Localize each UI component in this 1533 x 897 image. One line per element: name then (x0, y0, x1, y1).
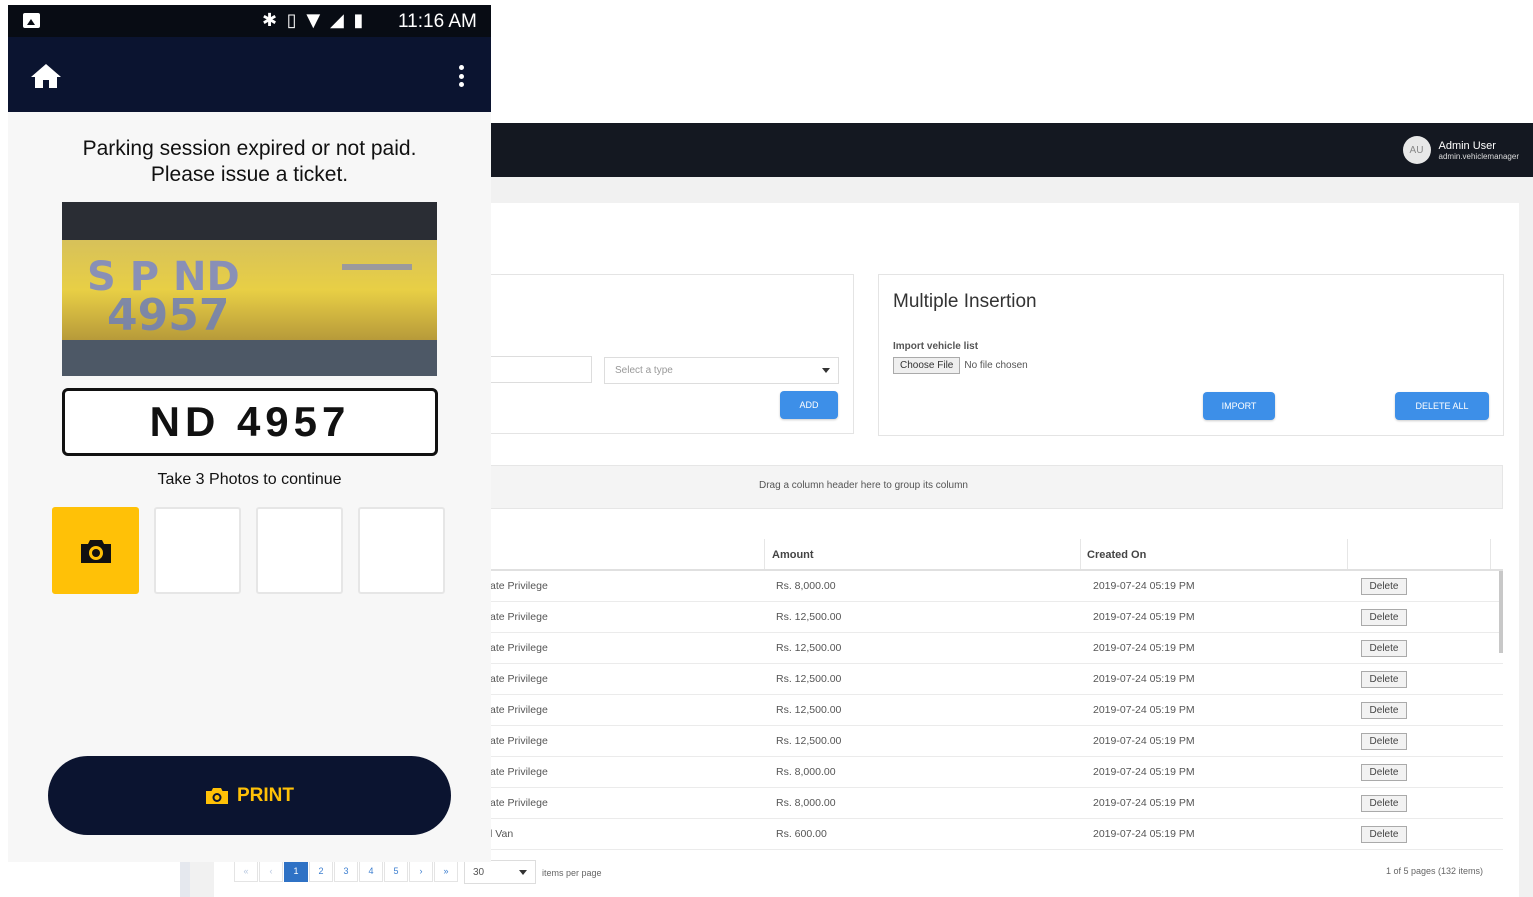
column-header-created-on[interactable]: Created On (1087, 549, 1146, 561)
user-menu[interactable]: AU Admin User admin.vehiclemanager (1402, 136, 1520, 164)
cell-amount: Rs. 12,500.00 (776, 642, 842, 654)
cell-created: 2019-07-24 05:19 PM (1093, 735, 1195, 747)
delete-button[interactable]: Delete (1361, 671, 1407, 688)
cell-created: 2019-07-24 05:19 PM (1093, 828, 1195, 840)
photo-slot[interactable] (154, 507, 241, 594)
delete-button[interactable]: Delete (1361, 764, 1407, 781)
pager-page-button[interactable]: 3 (334, 860, 358, 882)
file-status: No file chosen (964, 360, 1028, 371)
import-label: Import vehicle list (893, 341, 979, 352)
delete-button[interactable]: Delete (1361, 795, 1407, 812)
cell-type: ate Privilege (490, 642, 548, 654)
cell-amount: Rs. 12,500.00 (776, 704, 842, 716)
column-separator (764, 539, 765, 569)
cell-type: ate Privilege (490, 580, 548, 592)
type-select-placeholder: Select a type (615, 365, 673, 376)
add-button[interactable]: ADD (780, 391, 838, 419)
cell-created: 2019-07-24 05:19 PM (1093, 642, 1195, 654)
column-separator (1080, 539, 1081, 569)
more-vert-icon[interactable] (453, 63, 469, 89)
cell-amount: Rs. 12,500.00 (776, 735, 842, 747)
cell-amount: Rs. 8,000.00 (776, 766, 836, 778)
cell-created: 2019-07-24 05:19 PM (1093, 673, 1195, 685)
cell-created: 2019-07-24 05:19 PM (1093, 704, 1195, 716)
plate-number: ND 4957 (62, 388, 438, 456)
delete-button[interactable]: Delete (1361, 609, 1407, 626)
cell-amount: Rs. 12,500.00 (776, 611, 842, 623)
print-button[interactable]: PRINT (48, 756, 451, 835)
choose-file-button[interactable]: Choose File (893, 357, 961, 374)
import-button[interactable]: IMPORT (1203, 392, 1275, 420)
page-size-value: 30 (473, 867, 485, 878)
user-email: admin.vehiclemanager (1438, 151, 1520, 161)
pager-prev-button[interactable]: ‹ (259, 860, 283, 882)
mobile-app: ✱ ▯ ▼ ◢ ▮ 11:16 AM Parking session expir… (8, 5, 491, 862)
pager-page-button[interactable]: 2 (309, 860, 333, 882)
column-separator (1490, 539, 1491, 569)
caret-down-icon (519, 870, 527, 875)
status-time: 11:16 AM (398, 11, 477, 32)
home-icon[interactable] (30, 63, 62, 89)
delete-button[interactable]: Delete (1361, 640, 1407, 657)
column-header-amount[interactable]: Amount (772, 549, 814, 561)
screenshot-collage: AU Admin User admin.vehiclemanager Selec… (0, 0, 1533, 897)
app-bar (8, 37, 491, 112)
print-label: PRINT (237, 784, 294, 806)
cell-amount: Rs. 600.00 (776, 828, 827, 840)
cell-type: ate Privilege (490, 611, 548, 623)
delete-button[interactable]: Delete (1361, 826, 1407, 843)
camera-icon (80, 539, 111, 563)
multiple-insertion-card: Multiple Insertion Import vehicle list C… (878, 274, 1504, 436)
user-info: Admin User admin.vehiclemanager (1439, 140, 1520, 161)
cell-amount: Rs. 8,000.00 (776, 797, 836, 809)
photo-slot[interactable] (358, 507, 445, 594)
cell-created: 2019-07-24 05:19 PM (1093, 766, 1195, 778)
file-input[interactable]: Choose File No file chosen (893, 357, 1028, 374)
status-bar: ✱ ▯ ▼ ◢ ▮ 11:16 AM (8, 5, 491, 37)
user-name: Admin User (1438, 139, 1496, 152)
cell-type: ate Privilege (490, 704, 548, 716)
pager-first-button[interactable]: « (234, 860, 258, 882)
pager-page-button[interactable]: 5 (384, 860, 408, 882)
avatar: AU (1402, 136, 1431, 164)
pager-last-button[interactable]: » (434, 860, 458, 882)
cell-type: ate Privilege (490, 766, 548, 778)
message-line: Please issue a ticket. (150, 163, 349, 186)
card-title: Multiple Insertion (893, 291, 1037, 312)
message-line: Parking session expired or not paid. (82, 137, 417, 160)
delete-button[interactable]: Delete (1361, 702, 1407, 719)
pager: « ‹ 1 2 3 4 5 › » (234, 860, 459, 882)
column-separator (1347, 539, 1348, 569)
camera-icon (206, 787, 228, 804)
type-select[interactable]: Select a type (604, 357, 839, 384)
cell-type: ate Privilege (490, 735, 548, 747)
delete-button[interactable]: Delete (1361, 578, 1407, 595)
license-plate-photo: S P ND 4957 (62, 202, 437, 376)
cell-type: ate Privilege (490, 797, 548, 809)
cell-type: l Van (490, 828, 514, 840)
cell-amount: Rs. 12,500.00 (776, 673, 842, 685)
cell-created: 2019-07-24 05:19 PM (1093, 611, 1195, 623)
caret-down-icon (822, 368, 830, 373)
image-notification-icon (23, 13, 40, 28)
pager-page-button[interactable]: 1 (284, 860, 308, 882)
cell-created: 2019-07-24 05:19 PM (1093, 580, 1195, 592)
cell-amount: Rs. 8,000.00 (776, 580, 836, 592)
status-icons: ✱ ▯ ▼ ◢ ▮ (262, 10, 366, 31)
cell-created: 2019-07-24 05:19 PM (1093, 797, 1195, 809)
take-photo-button[interactable] (52, 507, 139, 594)
photo-slot[interactable] (256, 507, 343, 594)
pager-info: 1 of 5 pages (132 items) (1386, 866, 1484, 876)
svg-text:4957: 4957 (107, 290, 229, 341)
pager-page-button[interactable]: 4 (359, 860, 383, 882)
photo-instruction: Take 3 Photos to continue (157, 471, 342, 488)
delete-all-button[interactable]: DELETE ALL (1395, 392, 1489, 420)
ticket-message: Parking session expired or not paid. Ple… (8, 136, 491, 188)
page-size-label: items per page (542, 868, 602, 878)
pager-next-button[interactable]: › (409, 860, 433, 882)
grid-scrollbar[interactable] (1499, 571, 1503, 653)
page-size-select[interactable]: 30 (464, 860, 536, 884)
delete-button[interactable]: Delete (1361, 733, 1407, 750)
cell-type: ate Privilege (490, 673, 548, 685)
